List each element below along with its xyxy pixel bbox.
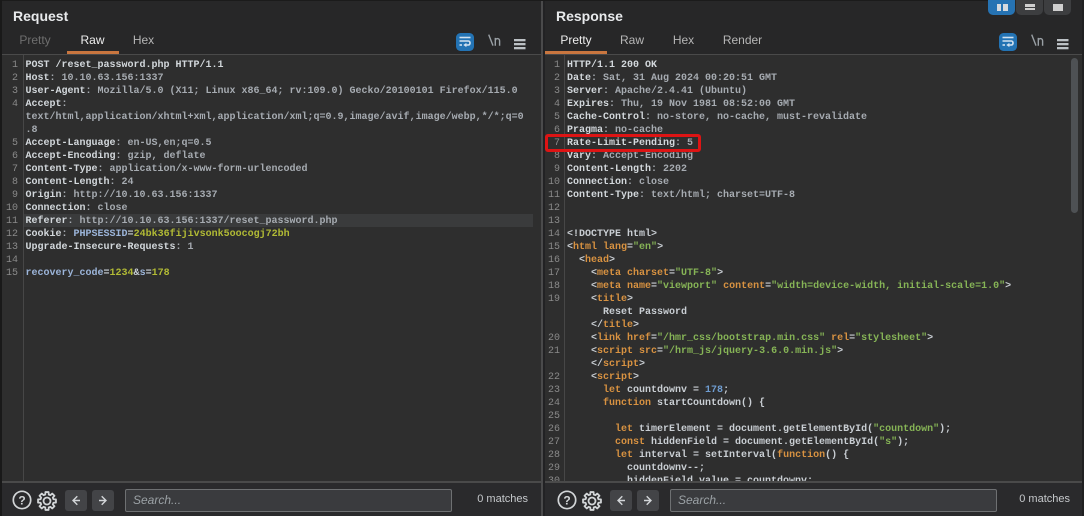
svg-text:?: ? [18,494,25,508]
svg-text:?: ? [563,494,570,508]
